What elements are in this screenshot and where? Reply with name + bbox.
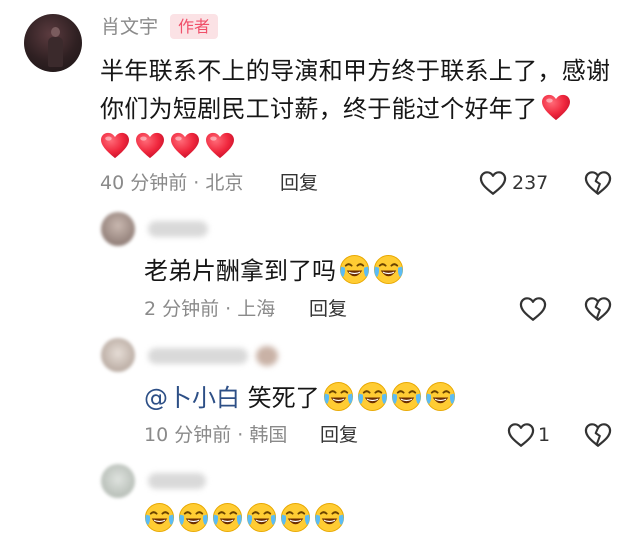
mention-link[interactable]: @卜小白 xyxy=(144,384,240,412)
reply-3-text xyxy=(141,502,345,534)
heart-emoji-icon xyxy=(100,132,130,160)
reply-2-like-count: 1 xyxy=(538,424,551,446)
laugh-emoji-icon xyxy=(212,502,243,533)
laugh-emoji-icon xyxy=(314,502,345,533)
heart-emoji-icon xyxy=(170,132,200,160)
reply-2-text: @卜小白 笑死了 xyxy=(144,381,456,413)
reply-2-reply-button[interactable]: 回复 xyxy=(320,424,358,446)
main-comment-time-location: 40 分钟前 · 北京 xyxy=(100,172,244,194)
blurred-username xyxy=(148,221,208,237)
main-reply-button[interactable]: 回复 xyxy=(280,172,318,194)
author-badge: 作者 xyxy=(170,14,219,39)
heart-emoji-icon xyxy=(135,132,165,160)
avatar-figure-body xyxy=(48,37,63,67)
reply-avatar[interactable] xyxy=(101,338,135,372)
reply-avatar[interactable] xyxy=(101,212,135,246)
reply-1-reply-button[interactable]: 回复 xyxy=(309,298,347,320)
dislike-icon[interactable] xyxy=(584,296,612,322)
like-icon[interactable] xyxy=(507,422,535,448)
like-icon[interactable] xyxy=(479,170,507,196)
laugh-emoji-icon xyxy=(246,502,277,533)
reply-1-text: 老弟片酬拿到了吗 xyxy=(144,254,404,286)
like-icon[interactable] xyxy=(519,296,547,322)
laugh-emoji-icon xyxy=(280,502,311,533)
laugh-emoji-icon xyxy=(339,254,370,285)
reply-2-time-location: 10 分钟前 · 韩国 xyxy=(144,424,288,446)
main-comment-text: 半年联系不上的导演和甲方终于联系上了，感谢你们为短剧民工讨薪，终于能过个好年了 xyxy=(100,52,620,166)
laugh-emoji-icon xyxy=(144,502,175,533)
laugh-emoji-icon xyxy=(323,381,354,412)
dislike-icon[interactable] xyxy=(584,422,612,448)
blurred-username xyxy=(148,348,248,364)
laugh-emoji-icon xyxy=(178,502,209,533)
blurred-username xyxy=(148,473,206,489)
dislike-icon[interactable] xyxy=(584,170,612,196)
laugh-emoji-icon xyxy=(373,254,404,285)
author-name[interactable]: 肖文宇 xyxy=(101,16,158,38)
blurred-emoji xyxy=(256,346,278,366)
laugh-emoji-icon xyxy=(357,381,388,412)
main-like-count: 237 xyxy=(512,172,549,194)
reply-1-body: 老弟片酬拿到了吗 xyxy=(144,257,336,285)
reply-2-body: 笑死了 xyxy=(240,384,320,412)
laugh-emoji-icon xyxy=(391,381,422,412)
main-comment-body: 半年联系不上的导演和甲方终于联系上了，感谢你们为短剧民工讨薪，终于能过个好年了 xyxy=(100,57,611,123)
avatar-figure-head xyxy=(51,27,60,37)
reply-1-time-location: 2 分钟前 · 上海 xyxy=(144,298,276,320)
author-avatar[interactable] xyxy=(24,14,82,72)
laugh-emoji-icon xyxy=(425,381,456,412)
reply-avatar[interactable] xyxy=(101,464,135,498)
heart-emoji-icon xyxy=(205,132,235,160)
heart-emoji-icon xyxy=(541,94,571,122)
